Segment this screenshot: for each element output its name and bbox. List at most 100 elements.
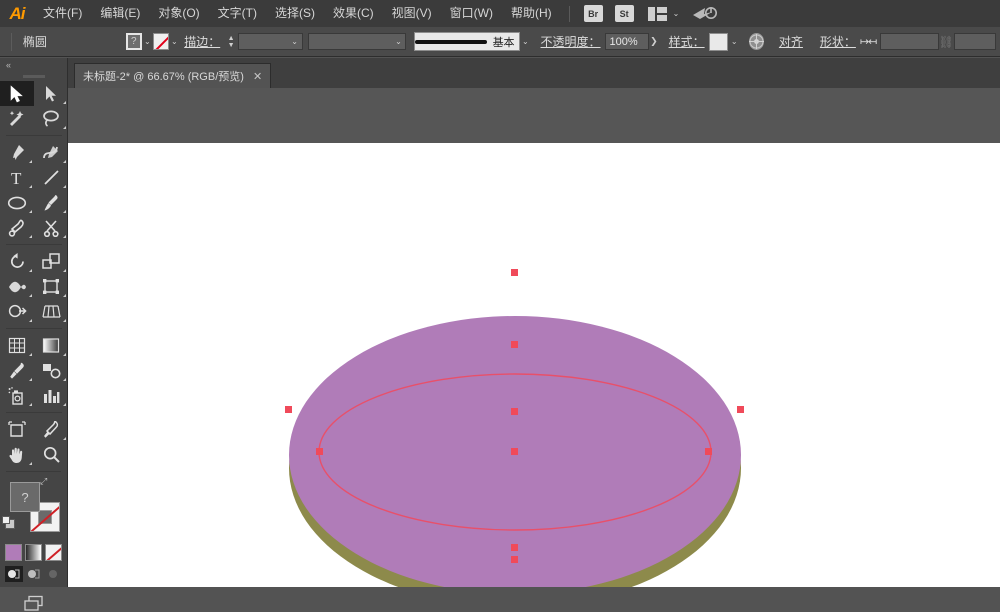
scissors-tool[interactable] [34,215,68,240]
opacity-more-icon[interactable]: ❯ [649,36,660,47]
draw-inside-mode[interactable] [45,566,63,582]
screen-mode-button[interactable] [21,594,47,612]
anchor-top-inner[interactable] [511,341,518,348]
style-dropdown-icon[interactable]: ⌄ [728,33,740,50]
swap-fill-stroke-icon[interactable]: ⤢ [40,476,47,487]
menu-file[interactable]: 文件(F) [34,0,91,27]
eyedropper-tool[interactable] [0,358,34,383]
artwork-layer[interactable] [68,88,1000,587]
gradient-tool[interactable] [34,333,68,358]
pencil-tool[interactable] [0,215,34,240]
stroke-profile-combo[interactable]: 基本 [413,32,520,51]
tools-divider-5 [6,471,61,472]
color-mode-row [0,544,67,561]
stroke-profile-dropdown-icon[interactable]: ⌄ [520,33,532,50]
fill-color-indicator[interactable]: ? [10,482,40,512]
paintbrush-tool[interactable] [34,190,68,215]
symbol-sprayer-tool[interactable] [0,383,34,408]
blend-tool[interactable] [34,358,68,383]
document-area[interactable] [68,88,1000,587]
graphic-style-swatch[interactable] [708,32,729,51]
stock-icon[interactable]: St [614,5,634,22]
stroke-swatch-dropdown-icon[interactable]: ⌄ [169,33,181,50]
scale-tool[interactable] [34,249,68,274]
anchor-left-inner[interactable] [316,448,323,455]
width-arrows-icon: ↦↤ [859,36,877,48]
color-mode-none[interactable] [45,544,62,561]
perspective-grid-tool[interactable] [34,299,68,324]
variable-width-combo[interactable]: ⌄ [307,33,407,50]
shape-builder-tool[interactable] [0,299,34,324]
lasso-tool[interactable] [34,106,68,131]
hand-tool[interactable] [0,442,34,467]
default-fill-stroke-icon[interactable] [2,516,15,529]
anchor-bottom-base[interactable] [511,556,518,563]
tools-panel-collapse-icon[interactable]: « [0,58,67,71]
close-icon[interactable]: ✕ [253,70,262,83]
direct-selection-tool[interactable] [34,81,68,106]
opacity-label: 不透明度： [540,35,601,49]
line-segment-tool[interactable] [34,165,68,190]
pen-tool[interactable] [0,140,34,165]
menu-type[interactable]: 文字(T) [209,0,266,27]
ellipse-tool[interactable] [0,190,34,215]
anchor-bottom-outer[interactable] [511,544,518,551]
bridge-icon[interactable]: Br [583,5,603,22]
mesh-tool[interactable] [0,333,34,358]
color-mode-color[interactable] [5,544,22,561]
anchor-left-outer[interactable] [285,406,292,413]
color-mode-gradient[interactable] [25,544,42,561]
document-setup-icon[interactable] [749,33,765,50]
stroke-weight-stepper[interactable]: ▲ ▼ [226,33,236,50]
shape-width-input[interactable] [880,33,939,50]
fill-swatch-dropdown-icon[interactable]: ⌄ [142,33,154,50]
shape-label: 形状： [819,35,856,49]
document-tab-title: 未标题-2* @ 66.67% (RGB/预览) [83,71,244,83]
tools-panel-grip[interactable] [0,71,67,81]
menu-bar: Ai 文件(F) 编辑(E) 对象(O) 文字(T) 选择(S) 效果(C) 视… [0,0,1000,28]
rotate-tool[interactable] [0,249,34,274]
draw-behind-mode[interactable] [25,566,43,582]
app-logo-icon: Ai [9,3,26,23]
draw-normal-mode[interactable] [4,566,23,582]
tools-divider-4 [6,412,62,413]
artboard-tool[interactable] [0,417,34,442]
curvature-tool[interactable] [34,140,68,165]
chevron-down-icon[interactable]: ⌄ [673,9,680,18]
fill-color-swatch[interactable]: ? [125,33,142,50]
link-dimensions-icon[interactable]: ⛓ [939,33,954,50]
anchor-center-inner[interactable] [511,448,518,455]
width-tool[interactable] [0,274,34,299]
menu-object[interactable]: 对象(O) [149,0,208,27]
selection-tool[interactable] [0,81,34,106]
align-button[interactable]: 对齐 [775,33,807,50]
arrange-documents-icon[interactable] [647,6,667,21]
anchor-right-inner[interactable] [705,448,712,455]
cloud-sync-icon[interactable] [691,4,718,24]
magic-wand-tool[interactable] [0,106,34,131]
anchor-right-outer[interactable] [737,406,744,413]
tools-grid: T [0,81,68,467]
menu-view[interactable]: 视图(V) [383,0,441,27]
menu-effect[interactable]: 效果(C) [324,0,383,27]
stroke-weight-combo[interactable]: ⌄ [238,33,303,50]
column-graph-tool[interactable] [34,383,68,408]
shape-height-input[interactable] [953,33,996,50]
draw-mode-row [0,566,67,582]
control-bar: 椭圆 ? ⌄ ⌄ 描边： ▲ ▼ ⌄ ⌄ 基本 ⌄ 不透明度： 100% ❯ 样… [0,27,1000,57]
menu-help[interactable]: 帮助(H) [502,0,561,27]
tools-divider-2 [6,244,62,245]
menu-select[interactable]: 选择(S) [266,0,324,27]
type-tool[interactable]: T [0,165,34,190]
stroke-color-swatch[interactable] [153,33,169,50]
slice-tool[interactable] [34,417,68,442]
zoom-tool[interactable] [34,442,68,467]
free-transform-tool[interactable] [34,274,68,299]
opacity-input[interactable]: 100% [604,33,649,50]
document-tab[interactable]: 未标题-2* @ 66.67% (RGB/预览) ✕ [74,63,272,88]
anchor-top-outer[interactable] [511,269,518,276]
tools-divider-3 [6,328,62,329]
menu-window[interactable]: 窗口(W) [441,0,502,27]
anchor-center-point[interactable] [511,408,518,415]
menu-edit[interactable]: 编辑(E) [91,0,149,27]
